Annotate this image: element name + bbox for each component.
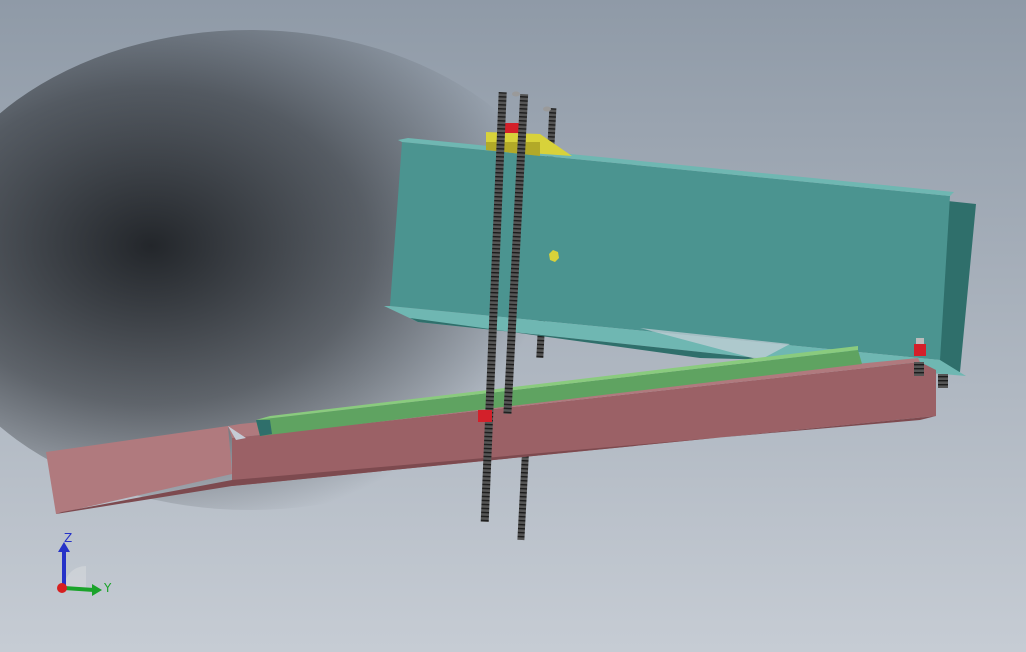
nut[interactable] bbox=[480, 412, 490, 420]
z-axis-label: Z bbox=[64, 531, 72, 545]
y-axis bbox=[63, 586, 95, 592]
cad-model-view[interactable] bbox=[0, 0, 1026, 652]
y-axis-label: Y bbox=[103, 581, 112, 595]
3d-viewport[interactable]: Z Y bbox=[0, 0, 1026, 652]
coordinate-triad: Z Y bbox=[57, 531, 112, 596]
x-axis bbox=[57, 583, 67, 593]
